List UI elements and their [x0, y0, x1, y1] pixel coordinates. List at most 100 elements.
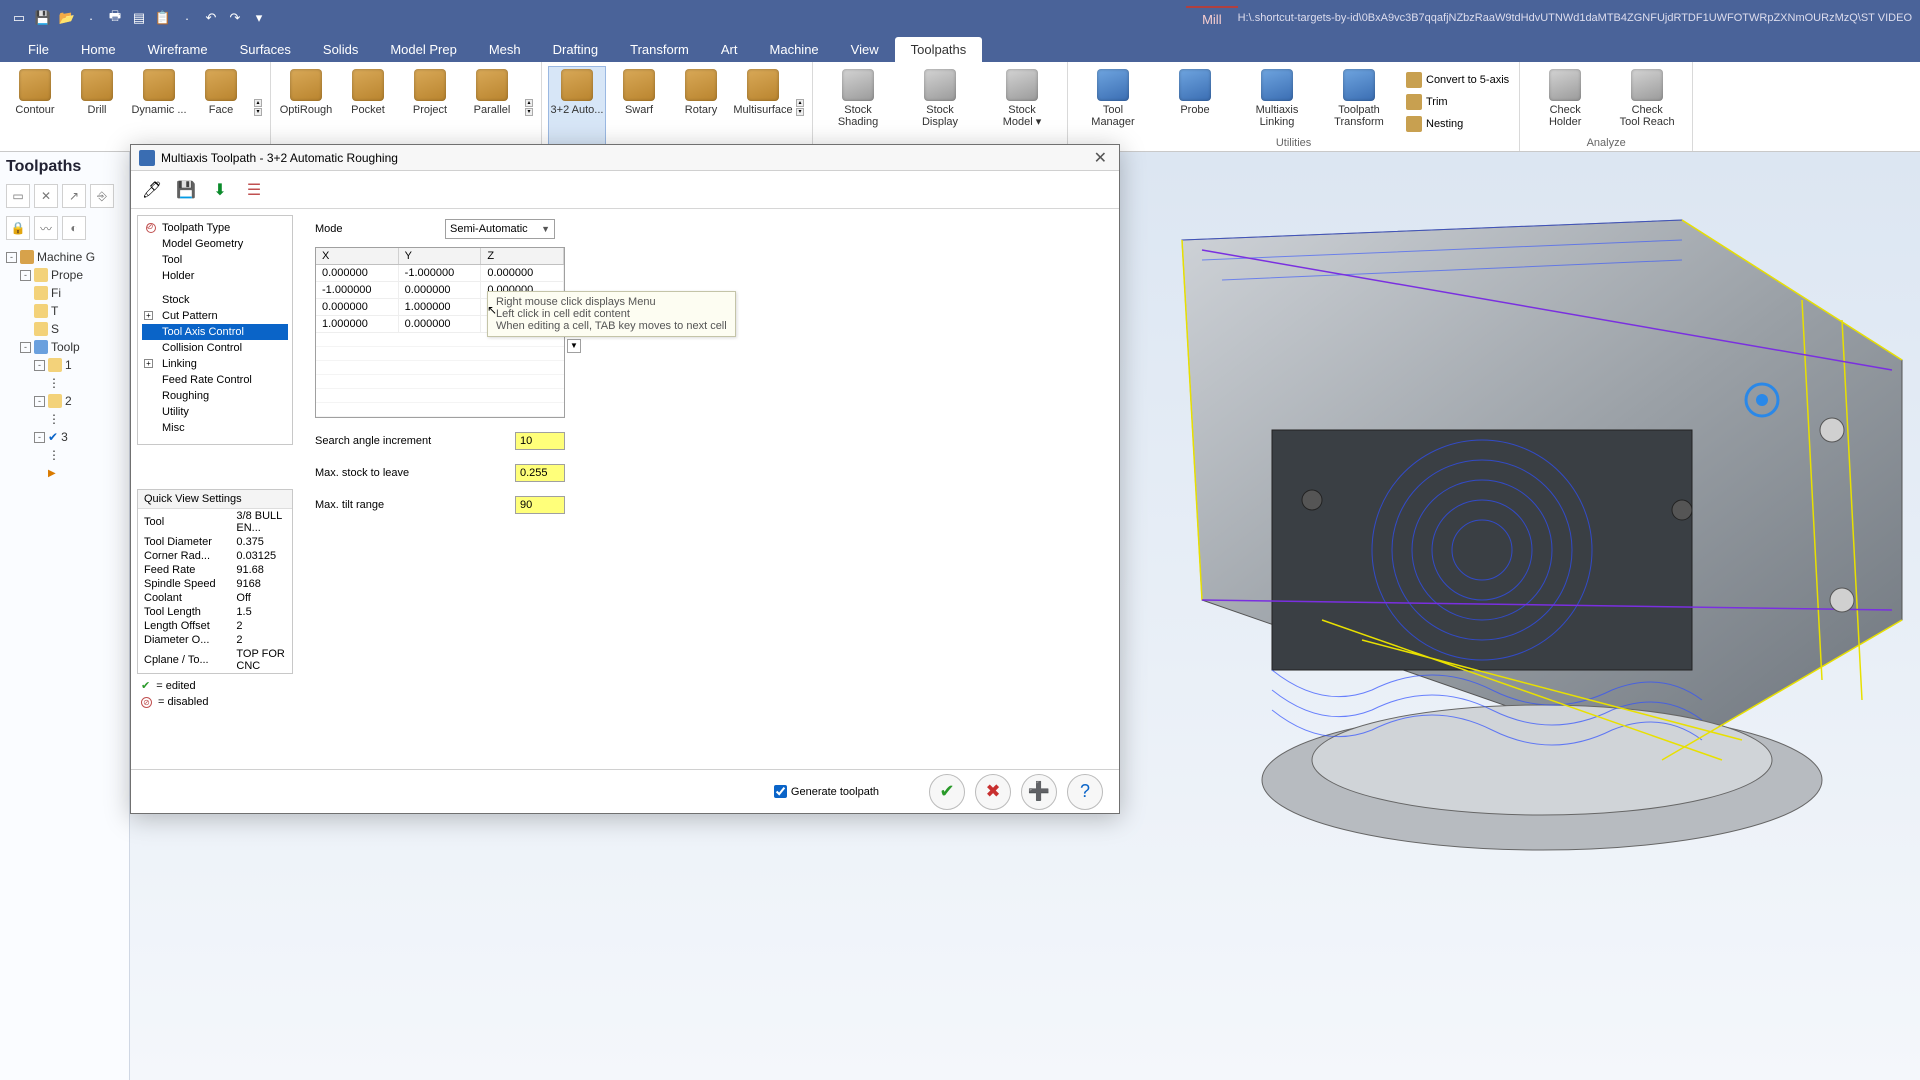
search-angle-input[interactable]: 10	[515, 432, 565, 450]
rb-project[interactable]: Project	[401, 66, 459, 149]
tab-drafting[interactable]: Drafting	[537, 37, 615, 62]
tab-wireframe[interactable]: Wireframe	[132, 37, 224, 62]
tab-art[interactable]: Art	[705, 37, 754, 62]
node-collision-control[interactable]: Collision Control	[142, 340, 288, 356]
dialog-footer: Generate toolpath ✔ ✖ ➕ ?	[131, 769, 1119, 813]
node-utility[interactable]: Utility	[142, 404, 288, 420]
node-cut-pattern[interactable]: +Cut Pattern	[142, 308, 288, 324]
generate-toolpath-checkbox[interactable]: Generate toolpath	[774, 785, 879, 798]
rb-drill[interactable]: Drill	[68, 66, 126, 149]
rb-parallel[interactable]: Parallel	[463, 66, 521, 149]
dlg-default-icon[interactable]: ☰	[241, 177, 267, 203]
rb-convert5axis[interactable]: Convert to 5-axis	[1402, 70, 1513, 90]
node-toolpath-type[interactable]: Toolpath Type	[142, 220, 288, 236]
grid-row: 0.000000-1.0000000.000000	[316, 265, 564, 282]
rb-trim[interactable]: Trim	[1402, 92, 1513, 112]
rb-rotary[interactable]: Rotary	[672, 66, 730, 149]
rb-multisurface[interactable]: Multisurface	[734, 66, 792, 149]
lp-tool-icon[interactable]: ⎆	[90, 184, 114, 208]
node-feedrate-control[interactable]: Feed Rate Control	[142, 372, 288, 388]
operations-tree[interactable]: -Machine G -Prope Fi T S -Toolp -1 ⋮ -2 …	[6, 248, 123, 479]
grid-dropdown-button[interactable]: ▼	[567, 339, 581, 353]
node-additional-settings[interactable]: +Additional Settings	[142, 444, 288, 445]
rb-toolmgr[interactable]: ToolManager	[1074, 66, 1152, 137]
tab-surfaces[interactable]: Surfaces	[224, 37, 307, 62]
rb-32auto[interactable]: 3+2 Auto...	[548, 66, 606, 149]
node-tool-axis-control[interactable]: Tool Axis Control	[142, 324, 288, 340]
max-stock-input[interactable]: 0.255	[515, 464, 565, 482]
dlg-load-icon[interactable]: ⬇	[207, 177, 233, 203]
col-z: Z	[481, 248, 564, 264]
ribbon-group-3d: OptiRough Pocket Project Parallel ▴▾	[271, 62, 542, 151]
tab-transform[interactable]: Transform	[614, 37, 705, 62]
tab-mesh[interactable]: Mesh	[473, 37, 537, 62]
node-holder[interactable]: Holder	[142, 268, 288, 284]
dialog-close-button[interactable]: ✕	[1090, 148, 1111, 168]
qat-printpreview-icon[interactable]: ▤	[128, 7, 150, 29]
lp-select-icon[interactable]: ▭	[6, 184, 30, 208]
tree-play-icon[interactable]: ▶	[48, 468, 123, 479]
node-model-geometry[interactable]: Model Geometry	[142, 236, 288, 252]
rb-tptransform[interactable]: ToolpathTransform	[1320, 66, 1398, 137]
tab-modelprep[interactable]: Model Prep	[374, 37, 472, 62]
lp-lock-icon[interactable]: 🔒	[6, 216, 30, 240]
rb-probe[interactable]: Probe	[1156, 66, 1234, 137]
tab-file[interactable]: File	[12, 37, 65, 62]
rb-checkreach[interactable]: CheckTool Reach	[1608, 66, 1686, 137]
lp-ghost-icon[interactable]: ◐	[62, 216, 86, 240]
qat-dropdown-icon[interactable]: ▾	[248, 7, 270, 29]
rb-pocket[interactable]: Pocket	[339, 66, 397, 149]
dialog-nav-tree[interactable]: Toolpath Type Model Geometry Tool Holder…	[137, 215, 293, 445]
rb-checkholder[interactable]: CheckHolder	[1526, 66, 1604, 137]
rb-multiaxislink[interactable]: MultiaxisLinking	[1238, 66, 1316, 137]
node-misc[interactable]: Misc	[142, 420, 288, 436]
qat-redo-icon[interactable]: ↷	[224, 7, 246, 29]
qat-paste-icon[interactable]: 📋	[152, 7, 174, 29]
rb-stockshading[interactable]: StockShading	[819, 66, 897, 149]
max-tilt-input[interactable]: 90	[515, 496, 565, 514]
dlg-tool-icon[interactable]: 🖊	[139, 177, 165, 203]
dialog-titlebar: Multiaxis Toolpath - 3+2 Automatic Rough…	[131, 145, 1119, 171]
rb-contour[interactable]: Contour	[6, 66, 64, 149]
qat-print-icon[interactable]: 🖶	[104, 7, 126, 29]
node-roughing[interactable]: Roughing	[142, 388, 288, 404]
node-stock[interactable]: Stock	[142, 292, 288, 308]
rb-spin-2d[interactable]: ▴▾	[254, 66, 264, 149]
help-button[interactable]: ?	[1067, 774, 1103, 810]
lp-arrow-icon[interactable]: ↗	[62, 184, 86, 208]
rb-face[interactable]: Face	[192, 66, 250, 149]
tab-solids[interactable]: Solids	[307, 37, 374, 62]
tree-op-2: 2	[65, 394, 72, 408]
rb-spin-multi[interactable]: ▴▾	[796, 66, 806, 149]
multiaxis-toolpath-dialog: Multiaxis Toolpath - 3+2 Automatic Rough…	[130, 144, 1120, 814]
node-linking[interactable]: +Linking	[142, 356, 288, 372]
tab-home[interactable]: Home	[65, 37, 132, 62]
rb-stockmodel[interactable]: StockModel ▾	[983, 66, 1061, 149]
tab-toolpaths[interactable]: Toolpaths	[895, 37, 983, 62]
qat-save-icon[interactable]: 💾	[32, 7, 54, 29]
tab-machine[interactable]: Machine	[754, 37, 835, 62]
rb-optirough[interactable]: OptiRough	[277, 66, 335, 149]
rb-nesting[interactable]: Nesting	[1402, 114, 1513, 134]
qat-undo-icon[interactable]: ↶	[200, 7, 222, 29]
rb-stockdisplay[interactable]: StockDisplay	[901, 66, 979, 149]
node-tool[interactable]: Tool	[142, 252, 288, 268]
mode-select[interactable]: Semi-Automatic▼	[445, 219, 555, 239]
tab-view[interactable]: View	[835, 37, 895, 62]
rb-spin-3d[interactable]: ▴▾	[525, 66, 535, 149]
qat-open-icon[interactable]: 📂	[56, 7, 78, 29]
lp-x-icon[interactable]: ✕	[34, 184, 58, 208]
add-button[interactable]: ➕	[1021, 774, 1057, 810]
cancel-button[interactable]: ✖	[975, 774, 1011, 810]
rb-dynamic[interactable]: Dynamic ...	[130, 66, 188, 149]
qat-new-icon[interactable]: ▭	[8, 7, 30, 29]
dlg-save-icon[interactable]: 💾	[173, 177, 199, 203]
ok-button[interactable]: ✔	[929, 774, 965, 810]
legend: ✔= edited ⊘= disabled	[141, 679, 208, 712]
generate-toolpath-input[interactable]	[774, 785, 787, 798]
lp-wave-icon[interactable]: 〰	[34, 216, 58, 240]
tree-op-3: 3	[61, 430, 68, 444]
tree-files: Fi	[51, 286, 61, 300]
rb-swarf[interactable]: Swarf	[610, 66, 668, 149]
quick-access-toolbar: ▭ 💾 📂 · 🖶 ▤ 📋 · ↶ ↷ ▾	[8, 7, 270, 29]
